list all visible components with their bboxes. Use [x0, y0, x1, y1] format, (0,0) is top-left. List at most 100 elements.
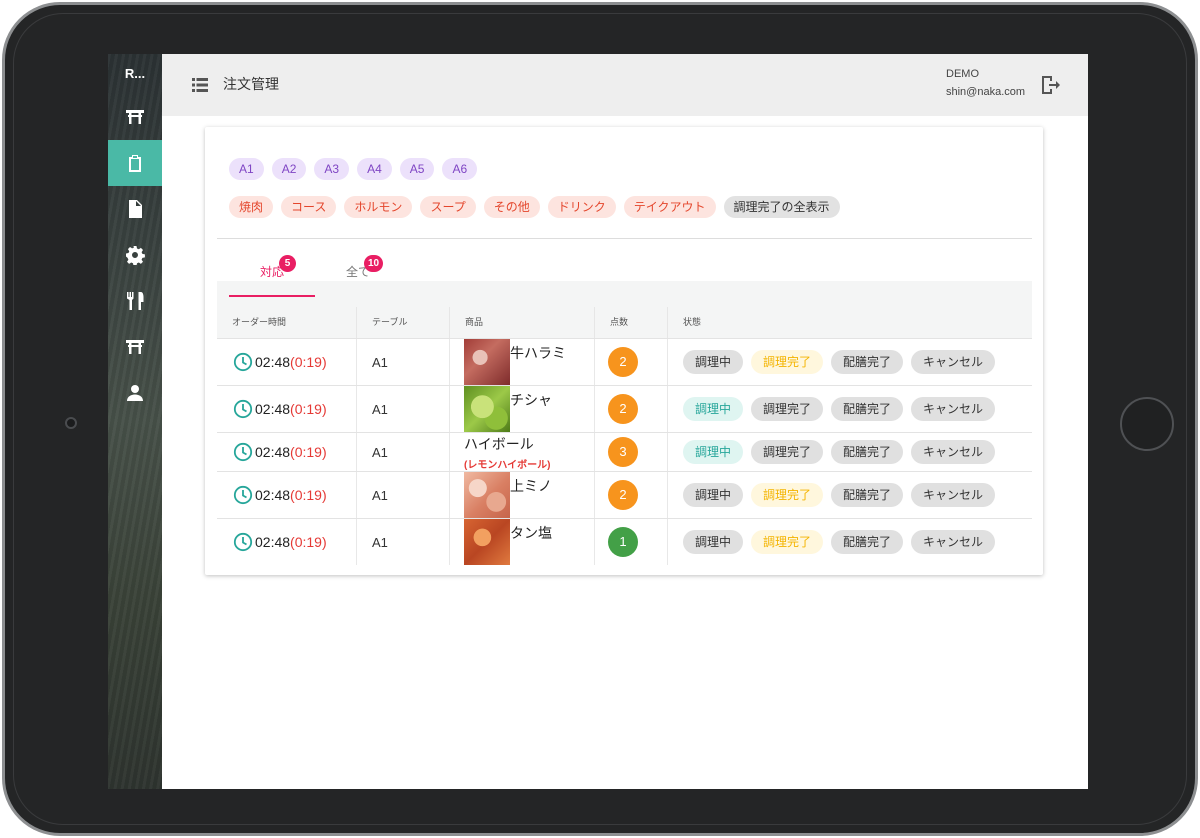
- sidebar-item-tables[interactable]: [108, 94, 162, 140]
- status-cooking-button[interactable]: 調理中: [683, 440, 744, 464]
- quantity-badge: 3: [608, 437, 638, 467]
- pending-count-badge: 5: [279, 255, 296, 272]
- status-cooked-button[interactable]: 調理完了: [751, 397, 824, 421]
- user-name: DEMO: [946, 68, 979, 80]
- table-row: 02:48 (0:19) A1 ハイボール (レモンハイボール) 3 調理中 調理…: [217, 432, 1032, 471]
- category-filter-chips: 焼肉 コース ホルモン スープ その他 ドリンク テイクアウト 調理完了の全表示: [229, 196, 840, 218]
- quantity-badge: 2: [608, 480, 638, 510]
- status-cell: 調理中 調理完了 配膳完了 キャンセル: [668, 519, 1032, 565]
- top-bar: 注文管理 DEMO shin@naka.com: [162, 54, 1088, 116]
- sidebar-item-documents[interactable]: [108, 186, 162, 232]
- status-cell: 調理中 調理完了 配膳完了 キャンセル: [668, 339, 1032, 385]
- orders-table-body: 02:48 (0:19) A1 牛ハラミ 2 調理中 調理完了 配膳完了 キャンセ…: [217, 338, 1032, 565]
- status-cancel-button[interactable]: キャンセル: [911, 350, 996, 374]
- sidebar-item-users[interactable]: [108, 370, 162, 416]
- status-cancel-button[interactable]: キャンセル: [911, 483, 996, 507]
- active-tab-indicator: [229, 295, 315, 297]
- category-chip-yakiniku[interactable]: 焼肉: [229, 196, 274, 218]
- sidebar-item-seats[interactable]: [108, 324, 162, 370]
- status-cooked-button[interactable]: 調理完了: [751, 483, 824, 507]
- status-served-button[interactable]: 配膳完了: [831, 483, 904, 507]
- status-cell: 調理中 調理完了 配膳完了 キャンセル: [668, 386, 1032, 432]
- elapsed-time: (0:19): [290, 487, 327, 503]
- status-served-button[interactable]: 配膳完了: [831, 530, 904, 554]
- table-chip-a3[interactable]: A3: [314, 158, 350, 180]
- table-header: オーダー時間 テーブル 商品 点数 状態: [217, 307, 1032, 338]
- category-chip-course[interactable]: コース: [281, 196, 337, 218]
- status-cooked-button[interactable]: 調理完了: [751, 440, 824, 464]
- status-served-button[interactable]: 配膳完了: [831, 350, 904, 374]
- quantity-cell: 2: [595, 472, 668, 518]
- product-cell: 牛ハラミ: [450, 339, 595, 385]
- table-chip-a2[interactable]: A2: [271, 158, 307, 180]
- app-logo[interactable]: R...: [108, 54, 162, 94]
- quantity-badge: 2: [608, 394, 638, 424]
- table-chip-a5[interactable]: A5: [399, 158, 435, 180]
- status-cancel-button[interactable]: キャンセル: [911, 440, 996, 464]
- table-cell: A1: [357, 386, 450, 432]
- status-cell: 調理中 調理完了 配膳完了 キャンセル: [668, 472, 1032, 518]
- app-screen: R... 注文管理 DEMO shin@naka.com A1 A2 A3 A4…: [108, 54, 1088, 789]
- list-menu-icon[interactable]: [192, 78, 208, 92]
- product-name: チシャ: [510, 392, 552, 408]
- product-cell: 上ミノ: [450, 472, 595, 518]
- clock-icon: [233, 485, 253, 505]
- header-status[interactable]: 状態: [668, 307, 1032, 338]
- table-chip-a6[interactable]: A6: [442, 158, 478, 180]
- status-cooking-button[interactable]: 調理中: [683, 530, 744, 554]
- table-chip-a4[interactable]: A4: [357, 158, 392, 180]
- header-order-time[interactable]: オーダー時間: [217, 307, 357, 338]
- logout-icon[interactable]: [1040, 74, 1060, 96]
- header-product[interactable]: 商品: [450, 307, 595, 338]
- status-served-button[interactable]: 配膳完了: [831, 397, 904, 421]
- sidebar-item-orders[interactable]: [108, 140, 162, 186]
- status-cancel-button[interactable]: キャンセル: [911, 530, 996, 554]
- status-served-button[interactable]: 配膳完了: [831, 440, 904, 464]
- header-table[interactable]: テーブル: [357, 307, 450, 338]
- quantity-cell: 2: [595, 386, 668, 432]
- sidebar-item-menu[interactable]: [108, 278, 162, 324]
- quantity-badge: 1: [608, 527, 638, 557]
- table-filter-chips: A1 A2 A3 A4 A5 A6: [229, 158, 478, 180]
- order-time-cell: 02:48 (0:19): [217, 519, 357, 565]
- elapsed-time: (0:19): [290, 401, 327, 417]
- product-name: ハイボール: [464, 435, 534, 452]
- show-completed-chip[interactable]: 調理完了の全表示: [723, 196, 840, 218]
- order-time-cell: 02:48 (0:19): [217, 472, 357, 518]
- elapsed-time: (0:19): [290, 444, 327, 460]
- order-time: 02:48: [255, 487, 291, 503]
- category-chip-soup[interactable]: スープ: [420, 196, 476, 218]
- category-chip-takeout[interactable]: テイクアウト: [623, 196, 716, 218]
- product-cell: ハイボール (レモンハイボール): [450, 433, 595, 471]
- status-cooking-button[interactable]: 調理中: [683, 350, 744, 374]
- divider: [217, 238, 1032, 239]
- elapsed-time: (0:19): [290, 354, 327, 370]
- order-time: 02:48: [255, 534, 291, 550]
- product-image: [464, 472, 510, 518]
- status-cooked-button[interactable]: 調理完了: [751, 350, 824, 374]
- clock-icon: [233, 399, 253, 419]
- torii-gate-icon: [126, 340, 144, 354]
- clock-icon: [233, 352, 253, 372]
- clipboard-icon: [129, 155, 141, 172]
- table-cell: A1: [357, 433, 450, 471]
- status-cooked-button[interactable]: 調理完了: [751, 530, 824, 554]
- status-cooking-button[interactable]: 調理中: [683, 397, 744, 421]
- header-quantity[interactable]: 点数: [595, 307, 668, 338]
- category-chip-horumon[interactable]: ホルモン: [344, 196, 413, 218]
- category-chip-other[interactable]: その他: [483, 196, 540, 218]
- status-cooking-button[interactable]: 調理中: [683, 483, 744, 507]
- product-image: [464, 519, 510, 565]
- all-count-badge: 10: [364, 255, 384, 272]
- sidebar-item-settings[interactable]: [108, 232, 162, 278]
- table-chip-a1[interactable]: A1: [229, 158, 264, 180]
- status-cell: 調理中 調理完了 配膳完了 キャンセル: [668, 433, 1032, 471]
- category-chip-drink[interactable]: ドリンク: [547, 196, 616, 218]
- table-row: 02:48 (0:19) A1 牛ハラミ 2 調理中 調理完了 配膳完了 キャンセ…: [217, 338, 1032, 385]
- user-icon: [127, 385, 143, 401]
- table-row: 02:48 (0:19) A1 タン塩 1 調理中 調理完了 配膳完了 キャンセル: [217, 518, 1032, 565]
- clock-icon: [233, 442, 253, 462]
- home-button[interactable]: [1120, 397, 1174, 451]
- quantity-cell: 2: [595, 339, 668, 385]
- status-cancel-button[interactable]: キャンセル: [911, 397, 996, 421]
